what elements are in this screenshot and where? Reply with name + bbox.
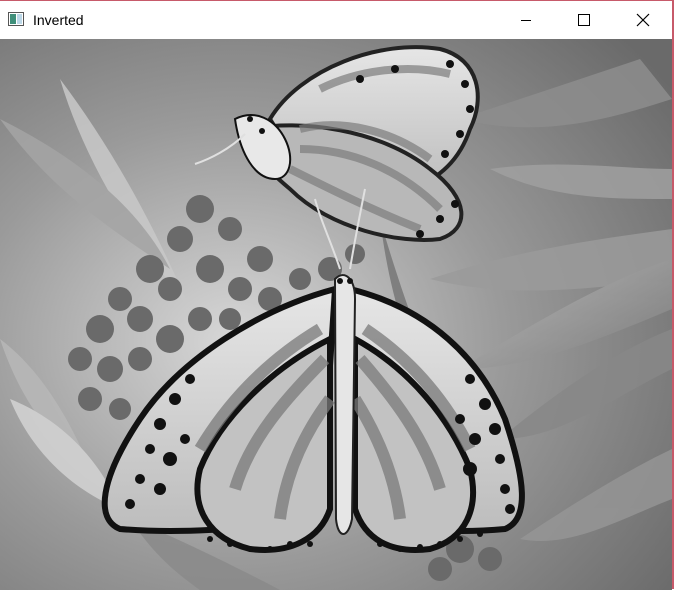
minimize-icon — [521, 20, 531, 21]
window-title: Inverted — [33, 12, 84, 28]
image-canvas — [0, 39, 672, 590]
inverted-photo — [0, 39, 672, 590]
close-icon — [636, 13, 650, 27]
minimize-button[interactable] — [497, 1, 555, 39]
title-bar[interactable]: Inverted — [0, 1, 672, 39]
app-window: Inverted — [0, 0, 674, 590]
maximize-button[interactable] — [555, 1, 613, 39]
maximize-icon — [578, 14, 590, 26]
close-button[interactable] — [614, 1, 672, 39]
app-icon — [8, 12, 24, 26]
